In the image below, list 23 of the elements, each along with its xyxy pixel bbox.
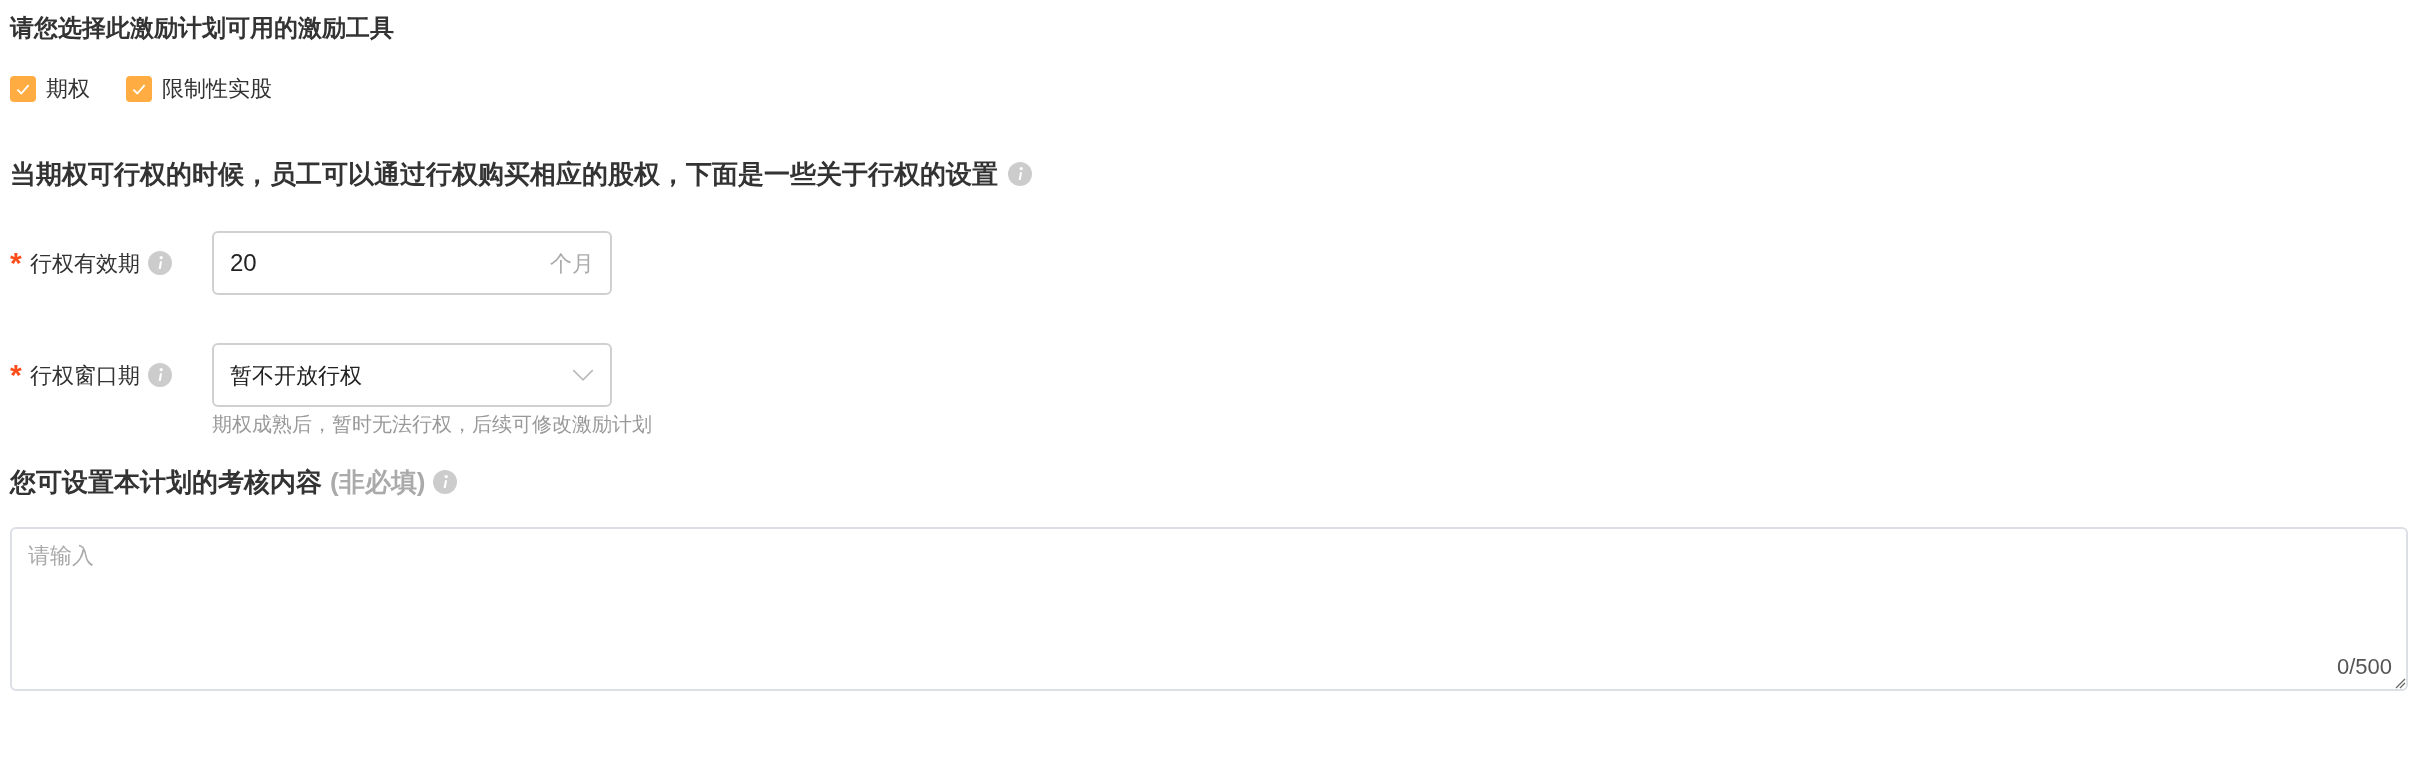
info-icon <box>433 470 458 494</box>
section-title: 您可设置本计划的考核内容 <box>10 466 322 499</box>
checkbox[interactable] <box>10 75 36 102</box>
unit-label: 个月 <box>550 249 594 278</box>
section-title: 当期权可行权的时候，员工可以通过行权购买相应的股权，下面是一些关于行权的设置 <box>10 158 998 191</box>
character-counter: 0/500 <box>2336 653 2392 681</box>
section-title: 请您选择此激励计划可用的激励工具 <box>10 13 395 43</box>
required-mark: * <box>10 360 22 390</box>
select-field[interactable]: 暂不开放行权 <box>212 343 612 407</box>
info-icon <box>147 251 172 275</box>
info-icon <box>147 363 172 387</box>
info-icon <box>1008 162 1032 186</box>
input-field[interactable]: 20 个月 <box>212 231 612 295</box>
resize-handle-icon[interactable] <box>2394 677 2406 689</box>
checkbox[interactable] <box>126 75 152 102</box>
hint-text: 期权成熟后，暂时无法行权，后续可修改激励计划 <box>212 412 652 437</box>
field-label: 行权窗口期 <box>29 361 140 390</box>
chevron-down-icon <box>572 368 594 382</box>
field-label: 行权有效期 <box>29 249 140 278</box>
required-mark: * <box>10 248 22 278</box>
checkbox-option[interactable]: 限制性实股 <box>126 72 272 105</box>
checkbox-option[interactable]: 期权 <box>10 72 90 105</box>
optional-note: (非必填) <box>330 466 426 499</box>
